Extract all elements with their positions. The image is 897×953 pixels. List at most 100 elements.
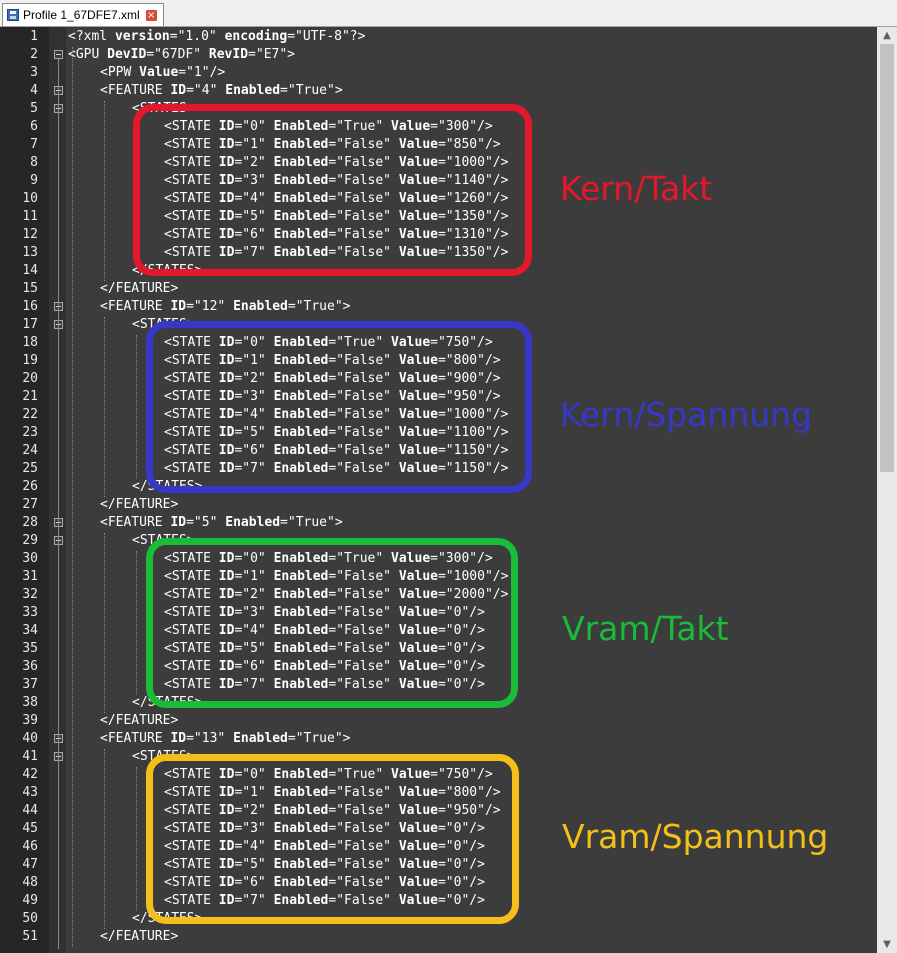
indent-guide (136, 767, 137, 911)
annotation-box-kern-spannung (146, 321, 532, 493)
line-number: 45 (22, 821, 38, 836)
line-number: 8 (30, 155, 38, 170)
line-number: 32 (22, 587, 38, 602)
line-number: 31 (22, 569, 38, 584)
annotation-label-kern-takt: Kern/Takt (560, 169, 713, 208)
line-number: 4 (30, 83, 38, 98)
annotation-box-vram-takt (146, 538, 518, 708)
code-text: </FEATURE> (100, 497, 179, 512)
indent-guide (136, 335, 137, 479)
code-line[interactable]: 1 <?xml version="1.0" encoding="UTF-8"?> (0, 28, 877, 46)
annotation-label-vram-spannung: Vram/Spannung (562, 817, 829, 856)
code-text: </FEATURE> (100, 713, 179, 728)
fold-connector (58, 59, 59, 949)
line-number: 36 (22, 659, 38, 674)
line-number: 19 (22, 353, 38, 368)
line-number: 5 (30, 101, 38, 116)
line-number: 48 (22, 875, 38, 890)
tab-bar: Profile 1_67DFE7.xml × (0, 0, 897, 27)
line-number: 22 (22, 407, 38, 422)
line-number: 28 (22, 515, 38, 530)
code-text: <FEATURE ID="5" Enabled="True"> (100, 515, 343, 530)
line-number: 44 (22, 803, 38, 818)
line-number: 1 (30, 29, 38, 44)
line-number: 9 (30, 173, 38, 188)
code-line[interactable]: 51 </FEATURE> (0, 928, 877, 946)
line-number: 14 (22, 263, 38, 278)
line-number: 3 (30, 65, 38, 80)
line-number: 24 (22, 443, 38, 458)
line-number: 42 (22, 767, 38, 782)
code-line[interactable]: 3 <PPW Value="1"/> (0, 64, 877, 82)
code-text: </FEATURE> (100, 281, 179, 296)
line-number: 23 (22, 425, 38, 440)
line-number: 29 (22, 533, 38, 548)
line-number: 30 (22, 551, 38, 566)
code-line[interactable]: 27 </FEATURE> (0, 496, 877, 514)
line-number: 16 (22, 299, 38, 314)
line-number: 39 (22, 713, 38, 728)
line-number: 41 (22, 749, 38, 764)
line-number: 38 (22, 695, 38, 710)
annotation-box-vram-spannung (146, 754, 519, 924)
scroll-down-icon[interactable]: ▼ (877, 936, 897, 953)
code-line[interactable]: 39 </FEATURE> (0, 712, 877, 730)
line-number: 27 (22, 497, 38, 512)
indent-guide (104, 533, 105, 713)
line-number: 50 (22, 911, 38, 926)
code-text: <PPW Value="1"/> (100, 65, 226, 80)
indent-guide (104, 101, 105, 281)
tab-profile-xml[interactable]: Profile 1_67DFE7.xml × (2, 3, 164, 26)
indent-guide (104, 317, 105, 497)
annotation-label-kern-spannung: Kern/Spannung (560, 395, 813, 434)
indent-guide (136, 551, 137, 695)
line-number: 18 (22, 335, 38, 350)
code-line[interactable]: 40 <FEATURE ID="13" Enabled="True"> (0, 730, 877, 748)
line-number: 34 (22, 623, 38, 638)
code-text: <FEATURE ID="4" Enabled="True"> (100, 83, 343, 98)
save-icon (7, 9, 19, 21)
scroll-up-icon[interactable]: ▲ (877, 27, 897, 44)
code-text: <FEATURE ID="12" Enabled="True"> (100, 299, 351, 314)
line-number: 37 (22, 677, 38, 692)
code-text: </FEATURE> (100, 929, 179, 944)
close-icon[interactable]: × (145, 9, 157, 21)
line-number: 40 (22, 731, 38, 746)
line-number: 17 (22, 317, 38, 332)
line-number: 26 (22, 479, 38, 494)
line-number: 7 (30, 137, 38, 152)
line-number: 20 (22, 371, 38, 386)
code-line[interactable]: 28 <FEATURE ID="5" Enabled="True"> (0, 514, 877, 532)
line-number: 33 (22, 605, 38, 620)
line-number: 49 (22, 893, 38, 908)
annotation-label-vram-takt: Vram/Takt (562, 609, 729, 648)
fold-toggle-icon[interactable] (54, 50, 63, 59)
line-number: 35 (22, 641, 38, 656)
code-line[interactable]: 16 <FEATURE ID="12" Enabled="True"> (0, 298, 877, 316)
code-line[interactable]: 2 <GPU DevID="67DF" RevID="E7"> (0, 46, 877, 64)
line-number: 51 (22, 929, 38, 944)
line-number: 12 (22, 227, 38, 242)
code-text: <GPU DevID="67DF" RevID="E7"> (68, 47, 296, 62)
line-number: 47 (22, 857, 38, 872)
line-number: 43 (22, 785, 38, 800)
code-text: <FEATURE ID="13" Enabled="True"> (100, 731, 351, 746)
line-number: 6 (30, 119, 38, 134)
line-number: 13 (22, 245, 38, 260)
indent-guide (72, 47, 73, 947)
tab-title: Profile 1_67DFE7.xml (23, 8, 140, 22)
line-number: 46 (22, 839, 38, 854)
vertical-scrollbar[interactable]: ▲ ▼ (877, 27, 897, 953)
scroll-thumb[interactable] (880, 44, 894, 472)
code-text: <?xml version="1.0" encoding="UTF-8"?> (68, 29, 366, 44)
line-number: 2 (30, 47, 38, 62)
line-number: 21 (22, 389, 38, 404)
indent-guide (104, 749, 105, 929)
code-line[interactable]: 4 <FEATURE ID="4" Enabled="True"> (0, 82, 877, 100)
annotation-box-kern-takt (133, 104, 532, 276)
code-line[interactable]: 15 </FEATURE> (0, 280, 877, 298)
line-number: 11 (22, 209, 38, 224)
line-number: 10 (22, 191, 38, 206)
line-number: 15 (22, 281, 38, 296)
line-number: 25 (22, 461, 38, 476)
